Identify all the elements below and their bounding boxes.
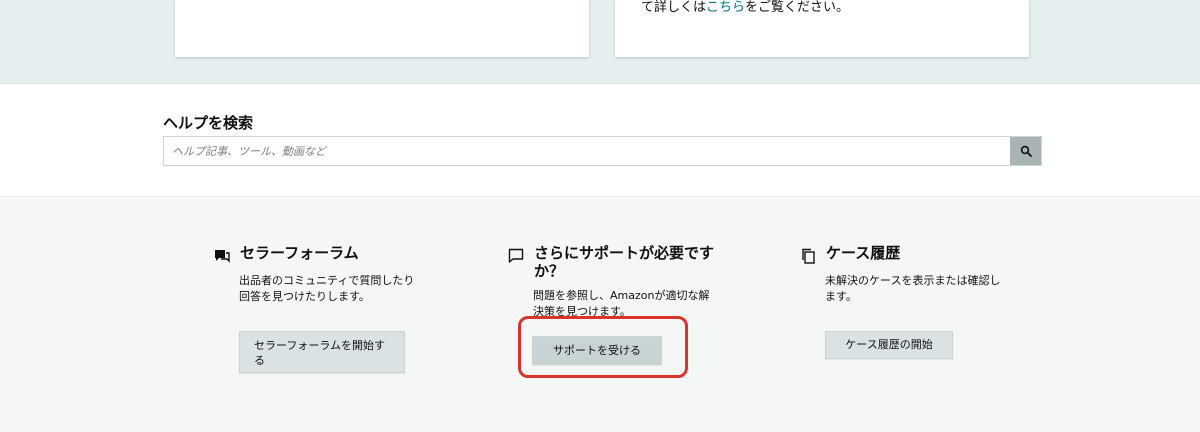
search-icon (1020, 145, 1032, 157)
more-support-title: さらにサポートが必要ですか？ (534, 244, 715, 280)
seller-forum-column: セラーフォーラム 出品者のコミュニティで質問したり回答を見つけたりします。 (214, 244, 434, 305)
forum-chat-icon (215, 250, 230, 263)
search-box (163, 136, 1042, 166)
info-text-after: をご覧ください。 (745, 0, 850, 15)
case-history-column: ケース履歴 未解決のケースを表示または確認します。 (800, 244, 1020, 305)
start-seller-forum-button[interactable]: セラーフォーラムを開始する (239, 331, 405, 373)
help-options-section: セラーフォーラム 出品者のコミュニティで質問したり回答を見つけたりします。 セラ… (0, 198, 1200, 432)
search-title: ヘルプを検索 (163, 114, 254, 132)
search-button[interactable] (1010, 137, 1041, 165)
seller-forum-header: セラーフォーラム (214, 244, 434, 265)
speech-bubble-icon (508, 248, 524, 263)
seller-forum-title: セラーフォーラム (240, 244, 359, 262)
info-text-before: て詳しくは (641, 0, 707, 15)
case-history-header: ケース履歴 (800, 244, 1020, 265)
top-band: て詳しくはこちらをご覧ください。 (0, 0, 1200, 84)
highlight-annotation (518, 316, 688, 378)
seller-forum-description: 出品者のコミュニティで質問したり回答を見つけたりします。 (239, 274, 415, 303)
info-link[interactable]: こちら (706, 0, 745, 15)
search-section: ヘルプを検索 (0, 85, 1200, 197)
search-input[interactable] (164, 137, 1011, 165)
case-history-description: 未解決のケースを表示または確認します。 (825, 274, 1001, 303)
info-card-text: て詳しくはこちらをご覧ください。 (641, 0, 849, 16)
more-support-header: さらにサポートが必要ですか？ (508, 244, 728, 280)
copy-documents-icon (802, 248, 815, 264)
info-card-left (175, 0, 589, 57)
case-history-title: ケース履歴 (826, 244, 901, 262)
start-case-history-button[interactable]: ケース履歴の開始 (825, 331, 953, 359)
more-support-column: さらにサポートが必要ですか？ 問題を参照し、Amazonが適切な解決策を見つけま… (508, 244, 728, 320)
info-card-right: て詳しくはこちらをご覧ください。 (615, 0, 1029, 57)
